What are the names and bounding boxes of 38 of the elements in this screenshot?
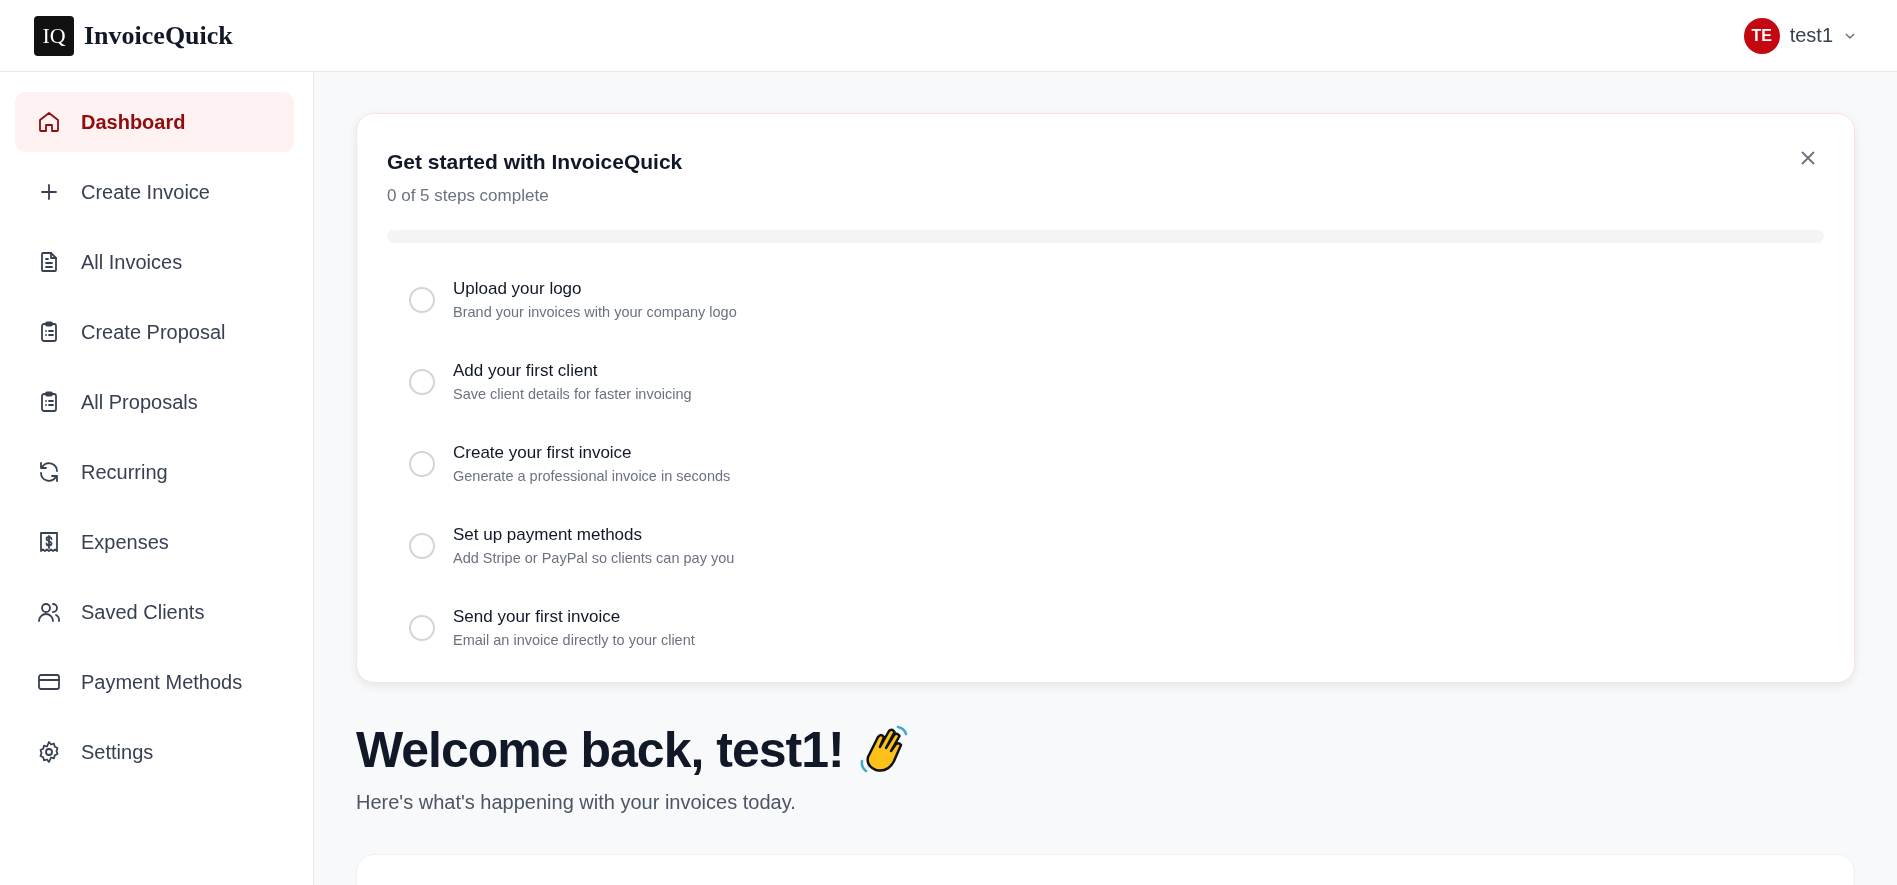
welcome-subtitle: Here's what's happening with your invoices today.: [356, 791, 797, 814]
step-checkbox[interactable]: [409, 368, 435, 395]
logo-mark: IQ: [34, 15, 74, 56]
user-avatar[interactable]: TE: [1743, 17, 1780, 54]
sidebar-item[interactable]: Create Invoice: [15, 162, 294, 222]
step-checkbox[interactable]: [409, 286, 435, 313]
receipt-icon: [37, 530, 61, 554]
step-description: Generate a professional invoice in seconds: [453, 468, 731, 484]
sidebar-item[interactable]: All Proposals: [15, 372, 294, 432]
progress-text: 0 of 5 steps complete: [387, 186, 550, 206]
step-title: Upload your logo: [453, 279, 583, 299]
step-title: Create your first invoice: [453, 443, 633, 463]
home-icon: [37, 110, 61, 134]
refresh-icon: [37, 460, 61, 484]
step-title: Set up payment methods: [453, 525, 643, 545]
welcome-heading: Welcome back, test1!: [356, 721, 844, 779]
step-title: Send your first invoice: [453, 607, 622, 627]
brand-name: InvoiceQuick: [84, 20, 233, 51]
step-title: Add your first client: [453, 361, 599, 381]
sidebar-item[interactable]: Dashboard: [15, 92, 294, 152]
gear-icon: [37, 740, 61, 764]
step-description: Email an invoice directly to your client: [453, 632, 695, 648]
step-checkbox[interactable]: [409, 532, 435, 559]
sidebar-item[interactable]: Settings: [15, 722, 294, 782]
card-title: Get started with InvoiceQuick: [387, 150, 683, 174]
step-description: Add Stripe or PayPal so clients can pay you: [453, 550, 735, 566]
step-description: Brand your invoices with your company logo: [453, 304, 737, 320]
sidebar-item[interactable]: Expenses: [15, 512, 294, 572]
sidebar-item[interactable]: All Invoices: [15, 232, 294, 292]
users-icon: [37, 600, 61, 624]
step-description: Save client details for faster invoicing: [453, 386, 692, 402]
user-name[interactable]: test1: [1789, 24, 1833, 47]
sidebar-item[interactable]: Create Proposal: [15, 302, 294, 362]
sidebar-item[interactable]: Payment Methods: [15, 652, 294, 712]
step-checkbox[interactable]: [409, 614, 435, 641]
step-checkbox[interactable]: [409, 450, 435, 477]
sidebar-item[interactable]: Recurring: [15, 442, 294, 502]
sidebar-item[interactable]: Saved Clients: [15, 582, 294, 642]
